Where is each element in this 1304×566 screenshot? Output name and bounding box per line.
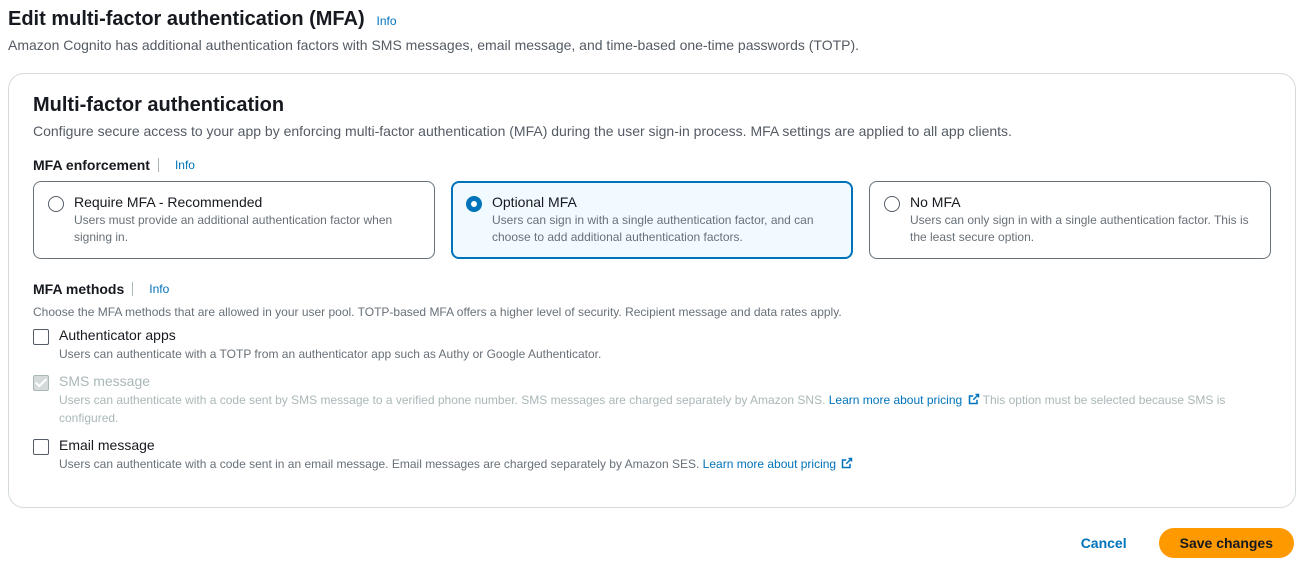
tile-content: Optional MFA Users can sign in with a si… <box>492 194 838 246</box>
page-description: Amazon Cognito has additional authentica… <box>8 37 1296 53</box>
divider <box>158 158 159 172</box>
methods-info-link[interactable]: Info <box>149 282 169 296</box>
panel-description: Configure secure access to your app by e… <box>33 123 1271 139</box>
external-link-icon <box>968 393 980 405</box>
link-text: Learn more about pricing <box>829 393 966 407</box>
tile-content: Require MFA - Recommended Users must pro… <box>74 194 420 246</box>
pricing-link-email[interactable]: Learn more about pricing <box>703 457 854 471</box>
tile-optional-mfa[interactable]: Optional MFA Users can sign in with a si… <box>451 181 853 259</box>
checkbox-icon <box>33 439 49 455</box>
pricing-link-sms[interactable]: Learn more about pricing <box>829 393 980 407</box>
methods-desc: Choose the MFA methods that are allowed … <box>33 305 1271 319</box>
radio-icon <box>466 196 482 212</box>
enforcement-label-row: MFA enforcement Info <box>33 157 1271 173</box>
desc-pre: Users can authenticate with a code sent … <box>59 393 829 407</box>
link-text: Learn more about pricing <box>703 457 840 471</box>
checkbox-desc: Users can authenticate with a code sent … <box>59 455 1271 473</box>
mfa-panel: Multi-factor authentication Configure se… <box>8 73 1296 508</box>
methods-label-row: MFA methods Info <box>33 281 1271 297</box>
page-header: Edit multi-factor authentication (MFA) I… <box>8 8 1296 53</box>
checkbox-content: Authenticator apps Users can authenticat… <box>59 327 1271 363</box>
checkbox-title: SMS message <box>59 373 1271 389</box>
radio-icon <box>884 196 900 212</box>
checkbox-desc: Users can authenticate with a TOTP from … <box>59 345 1271 363</box>
tile-desc: Users must provide an additional authent… <box>74 212 420 246</box>
page-title: Edit multi-factor authentication (MFA) <box>8 8 365 30</box>
save-changes-button[interactable]: Save changes <box>1159 528 1294 558</box>
tile-desc: Users can only sign in with a single aut… <box>910 212 1256 246</box>
tile-no-mfa[interactable]: No MFA Users can only sign in with a sin… <box>869 181 1271 259</box>
enforcement-info-link[interactable]: Info <box>175 158 195 172</box>
method-sms-message: SMS message Users can authenticate with … <box>33 373 1271 427</box>
tile-desc: Users can sign in with a single authenti… <box>492 212 838 246</box>
external-link-icon <box>841 457 853 469</box>
cancel-button[interactable]: Cancel <box>1061 528 1147 558</box>
checkbox-title: Authenticator apps <box>59 327 1271 343</box>
tile-title: Optional MFA <box>492 194 838 210</box>
enforcement-label: MFA enforcement <box>33 157 150 173</box>
checkbox-title: Email message <box>59 437 1271 453</box>
tile-title: Require MFA - Recommended <box>74 194 420 210</box>
footer-actions: Cancel Save changes <box>8 528 1296 558</box>
radio-icon <box>48 196 64 212</box>
panel-title: Multi-factor authentication <box>33 94 1271 117</box>
tile-require-mfa[interactable]: Require MFA - Recommended Users must pro… <box>33 181 435 259</box>
method-authenticator-apps[interactable]: Authenticator apps Users can authenticat… <box>33 327 1271 363</box>
checkbox-desc: Users can authenticate with a code sent … <box>59 391 1271 427</box>
tile-content: No MFA Users can only sign in with a sin… <box>910 194 1256 246</box>
checkbox-icon <box>33 375 49 391</box>
tile-title: No MFA <box>910 194 1256 210</box>
checkbox-content: Email message Users can authenticate wit… <box>59 437 1271 473</box>
divider <box>132 282 133 296</box>
methods-label: MFA methods <box>33 281 124 297</box>
checkbox-icon <box>33 329 49 345</box>
desc-pre: Users can authenticate with a code sent … <box>59 457 703 471</box>
checkbox-content: SMS message Users can authenticate with … <box>59 373 1271 427</box>
enforcement-tiles: Require MFA - Recommended Users must pro… <box>33 181 1271 259</box>
method-email-message[interactable]: Email message Users can authenticate wit… <box>33 437 1271 473</box>
page-info-link[interactable]: Info <box>377 14 397 28</box>
